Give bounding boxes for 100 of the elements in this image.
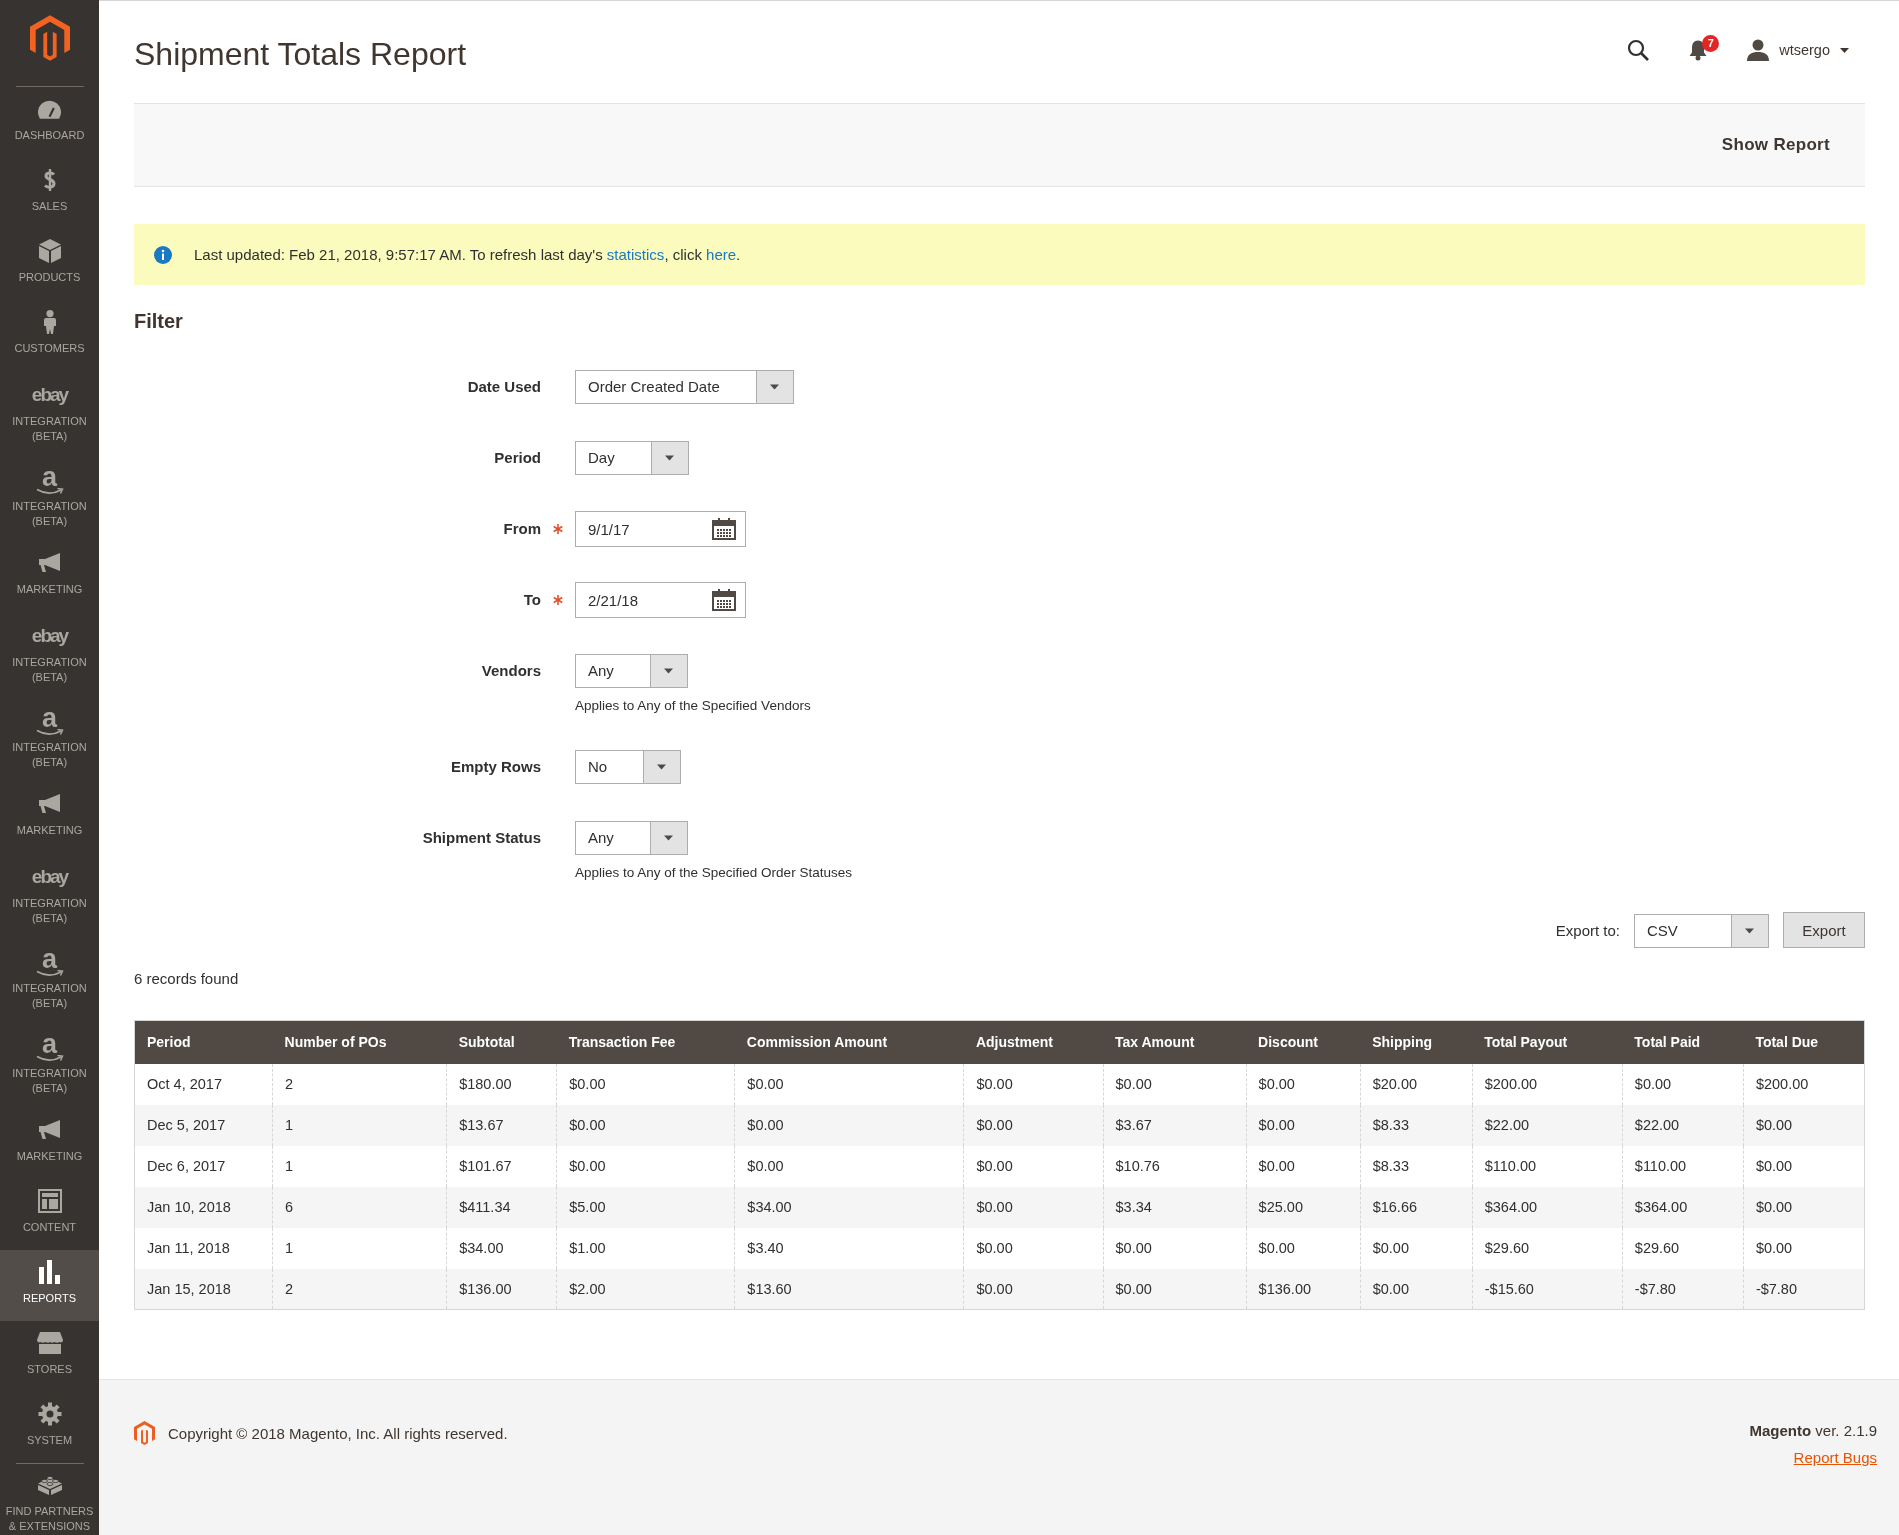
- table-cell: $20.00: [1360, 1063, 1473, 1105]
- logo-icon: [134, 1421, 155, 1445]
- report-bugs-link[interactable]: Report Bugs: [1793, 1444, 1877, 1471]
- caret-icon[interactable]: [755, 371, 793, 403]
- table-cell: $0.00: [1743, 1227, 1865, 1269]
- table-cell: 1: [272, 1227, 447, 1269]
- column-header: Total Due: [1743, 1020, 1865, 1064]
- table-cell: $25.00: [1246, 1186, 1361, 1228]
- column-header: Discount: [1246, 1020, 1361, 1064]
- field-label: To: [523, 590, 541, 610]
- version-text: Magento ver. 2.1.9: [1749, 1421, 1877, 1441]
- show-report-button[interactable]: Show Report: [1707, 125, 1844, 165]
- table-cell: -$7.80: [1622, 1268, 1744, 1310]
- dropdown-field[interactable]: No: [575, 750, 682, 784]
- nav-item[interactable]: CUSTOMERS: [0, 300, 99, 371]
- column-header: Transaction Fee: [556, 1020, 735, 1064]
- table-cell: 2: [272, 1063, 447, 1105]
- nav-item[interactable]: PRODUCTS: [0, 229, 99, 300]
- caret-icon[interactable]: [643, 751, 681, 783]
- table-cell: $0.00: [1246, 1227, 1361, 1269]
- table-cell: Dec 6, 2017: [134, 1145, 273, 1187]
- dropdown-field[interactable]: Order Created Date: [575, 370, 794, 404]
- nav-item[interactable]: a INTEGRATION (BETA): [0, 1023, 99, 1108]
- table-cell: $0.00: [1103, 1268, 1247, 1310]
- column-header: Number of POs: [272, 1020, 447, 1064]
- table-cell: $22.00: [1622, 1104, 1744, 1146]
- date-input[interactable]: 2/21/18: [575, 582, 746, 618]
- nav-item[interactable]: a INTEGRATION (BETA): [0, 938, 99, 1023]
- nav-item[interactable]: FIND PARTNERS & EXTENSIONS: [0, 1464, 99, 1535]
- table-cell: $29.60: [1472, 1227, 1623, 1269]
- user-menu-button[interactable]: wtsergo: [1747, 39, 1849, 61]
- dropdown-field[interactable]: Any: [575, 654, 688, 688]
- table-cell: $110.00: [1622, 1145, 1744, 1187]
- table-cell: Dec 5, 2017: [134, 1104, 273, 1146]
- calendar-icon[interactable]: [712, 589, 736, 611]
- table-cell: $3.34: [1103, 1186, 1247, 1228]
- nav-item[interactable]: DASHBOARD: [0, 87, 99, 158]
- table-cell: $364.00: [1622, 1186, 1744, 1228]
- column-header: Tax Amount: [1103, 1020, 1247, 1064]
- table-cell: $0.00: [556, 1104, 735, 1146]
- nav-item[interactable]: CONTENT: [0, 1179, 99, 1250]
- caret-icon[interactable]: [1731, 914, 1768, 947]
- bell-icon[interactable]: [1689, 39, 1708, 61]
- column-header: Shipping: [1360, 1020, 1473, 1064]
- info-icon: [154, 245, 172, 264]
- smile-arrow-icon: [35, 969, 64, 977]
- table-cell: $16.66: [1360, 1186, 1473, 1228]
- dropdown-field[interactable]: Any: [575, 821, 688, 855]
- bar-chart-icon: [38, 1260, 61, 1284]
- table-cell: Jan 10, 2018: [134, 1186, 273, 1228]
- user-icon: [1747, 39, 1770, 61]
- table-cell: 1: [272, 1104, 447, 1146]
- megaphone-icon: [38, 553, 61, 573]
- wordmark-logo: ebay: [31, 867, 68, 887]
- nav-item[interactable]: STORES: [0, 1321, 99, 1392]
- logo-letter: a: [42, 465, 57, 488]
- caret-icon[interactable]: [649, 822, 687, 854]
- link[interactable]: here: [706, 245, 737, 263]
- notification-badge: 7: [1702, 34, 1720, 52]
- table-cell: $8.33: [1360, 1104, 1473, 1146]
- column-header: Subtotal: [446, 1020, 557, 1064]
- field-label: Empty Rows: [451, 757, 541, 777]
- table-cell: $22.00: [1472, 1104, 1623, 1146]
- dropdown-field[interactable]: Day: [575, 441, 689, 475]
- nav-item[interactable]: ebay INTEGRATION (BETA): [0, 612, 99, 697]
- dropdown-field[interactable]: CSV: [1634, 913, 1769, 948]
- table-cell: $0.00: [963, 1186, 1104, 1228]
- nav-item[interactable]: SYSTEM: [0, 1392, 99, 1463]
- nav-item[interactable]: MARKETING: [0, 782, 99, 853]
- nav-item[interactable]: MARKETING: [0, 1108, 99, 1179]
- logo-letter: a: [42, 1032, 57, 1055]
- table-cell: $0.00: [556, 1063, 735, 1105]
- logo-letter: a: [42, 947, 57, 970]
- table-cell: $13.67: [446, 1104, 557, 1146]
- nav-item[interactable]: a INTEGRATION (BETA): [0, 697, 99, 782]
- table-cell: $3.40: [734, 1227, 964, 1269]
- caret-icon[interactable]: [650, 442, 688, 474]
- nav-item[interactable]: REPORTS: [0, 1250, 99, 1321]
- table-cell: $0.00: [734, 1104, 964, 1146]
- date-input[interactable]: 9/1/17: [575, 511, 746, 547]
- table-cell: -$7.80: [1743, 1268, 1865, 1310]
- calendar-icon[interactable]: [712, 518, 736, 540]
- logo-icon[interactable]: [29, 15, 70, 61]
- field-label: From: [503, 519, 541, 539]
- table-cell: $0.00: [1743, 1186, 1865, 1228]
- nav-item[interactable]: MARKETING: [0, 541, 99, 612]
- storefront-icon: [36, 1332, 63, 1354]
- table-cell: $136.00: [1246, 1268, 1361, 1310]
- nav-item[interactable]: a INTEGRATION (BETA): [0, 456, 99, 541]
- table-cell: $364.00: [1472, 1186, 1623, 1228]
- table-cell: 2: [272, 1268, 447, 1310]
- nav-item[interactable]: ebay INTEGRATION (BETA): [0, 371, 99, 456]
- caret-icon[interactable]: [649, 655, 687, 687]
- search-icon[interactable]: [1627, 39, 1650, 61]
- nav-item[interactable]: SALES: [0, 158, 99, 229]
- link[interactable]: statistics: [606, 245, 665, 263]
- box-icon: [38, 239, 61, 263]
- export-button[interactable]: Export: [1783, 912, 1865, 948]
- layout-icon: [37, 1189, 62, 1213]
- nav-item[interactable]: ebay INTEGRATION (BETA): [0, 853, 99, 938]
